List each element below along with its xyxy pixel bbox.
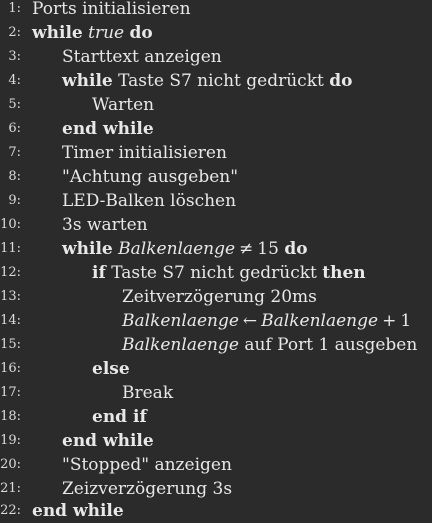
statement: end while (32, 499, 124, 523)
keyword-while: while (62, 239, 113, 259)
line-number: 9: (8, 193, 21, 208)
keyword-while: while (32, 23, 83, 43)
line-number: 14: (0, 313, 21, 328)
line-number: 6: (8, 121, 21, 136)
keyword-else: else (92, 359, 130, 379)
statement: Zeizverzögerung 3s (62, 477, 232, 501)
line-number: 21: (0, 481, 21, 496)
line-number: 17: (0, 385, 21, 400)
line-number: 16: (0, 361, 21, 376)
keyword-do: do (284, 239, 308, 259)
statement: Balkenlaenge ← Balkenlaenge +1 (122, 309, 411, 333)
condition-text: Taste S7 nicht gedrückt (118, 71, 324, 91)
assign-arrow-operator: ← (242, 311, 258, 331)
statement-text: "Achtung ausgeben" (62, 167, 239, 187)
line-number: 3: (8, 49, 21, 64)
statement-text: "Stopped" anzeigen (62, 455, 232, 475)
number-literal: 1 (400, 311, 412, 331)
statement: end while (62, 117, 154, 141)
variable-balkenlaenge: Balkenlaenge (118, 239, 236, 259)
statement: end if (92, 405, 147, 429)
condition-value: true (88, 23, 125, 43)
keyword-end-while: end while (62, 431, 154, 451)
statement: "Achtung ausgeben" (62, 165, 238, 189)
statement-text: Zeizverzögerung 3s (62, 479, 233, 499)
line-number: 4: (8, 73, 21, 88)
line-number: 10: (0, 217, 21, 232)
keyword-end-while: end while (62, 119, 154, 139)
keyword-end-while: end while (32, 501, 124, 521)
statement: Starttext anzeigen (62, 45, 222, 69)
not-equal-operator: ≠ (239, 239, 254, 259)
variable-balkenlaenge: Balkenlaenge (122, 311, 239, 331)
statement-text: Warten (92, 95, 155, 115)
line-number: 20: (0, 457, 21, 472)
statement-text: auf Port 1 ausgeben (244, 335, 418, 355)
statement: Zeitverzögerung 20ms (122, 285, 317, 309)
line-number: 7: (8, 145, 21, 160)
line-number: 5: (8, 97, 21, 112)
condition-text: Taste S7 nicht gedrückt (111, 263, 317, 283)
statement-text: 3s warten (62, 215, 148, 235)
statement-text: Break (122, 383, 174, 403)
statement: Break (122, 381, 173, 405)
statement: "Stopped" anzeigen (62, 453, 232, 477)
number-literal: 15 (257, 239, 279, 259)
line-number: 13: (0, 289, 21, 304)
keyword-then: then (322, 263, 366, 283)
line-number: 1: (8, 1, 21, 16)
line-number: 19: (0, 433, 21, 448)
statement-text: LED-Balken löschen (62, 191, 237, 211)
line-number: 22: (0, 503, 21, 518)
line-number: 2: (8, 25, 21, 40)
statement: Timer initialisieren (62, 141, 227, 165)
keyword-while: while (62, 71, 113, 91)
statement: while true do (32, 21, 153, 45)
statement-text: Ports initialisieren (32, 0, 191, 19)
statement: end while (62, 429, 154, 453)
line-number: 12: (0, 265, 21, 280)
statement: LED-Balken löschen (62, 189, 236, 213)
keyword-do: do (329, 71, 353, 91)
statement: if Taste S7 nicht gedrückt then (92, 261, 366, 285)
statement: Ports initialisieren (32, 0, 191, 21)
statement: while Balkenlaenge ≠ 15 do (62, 237, 308, 261)
line-number: 11: (0, 241, 21, 256)
statement: Warten (92, 93, 154, 117)
statement: else (92, 357, 130, 381)
statement: while Taste S7 nicht gedrückt do (62, 69, 352, 93)
statement-text: Starttext anzeigen (62, 47, 222, 67)
algorithm-listing: 1: Ports initialisieren 2: while true do… (0, 0, 432, 521)
keyword-if: if (92, 263, 106, 283)
line-number: 18: (0, 409, 21, 424)
statement-text: Zeitverzögerung 20ms (122, 287, 317, 307)
plus-operator: + (382, 311, 397, 331)
line-number: 15: (0, 337, 21, 352)
statement: 3s warten (62, 213, 148, 237)
statement: Balkenlaenge auf Port 1 ausgeben (122, 333, 417, 357)
keyword-do: do (129, 23, 153, 43)
keyword-end-if: end if (92, 407, 147, 427)
variable-balkenlaenge: Balkenlaenge (261, 311, 379, 331)
line-number: 8: (8, 169, 21, 184)
variable-balkenlaenge: Balkenlaenge (122, 335, 239, 355)
statement-text: Timer initialisieren (62, 143, 227, 163)
